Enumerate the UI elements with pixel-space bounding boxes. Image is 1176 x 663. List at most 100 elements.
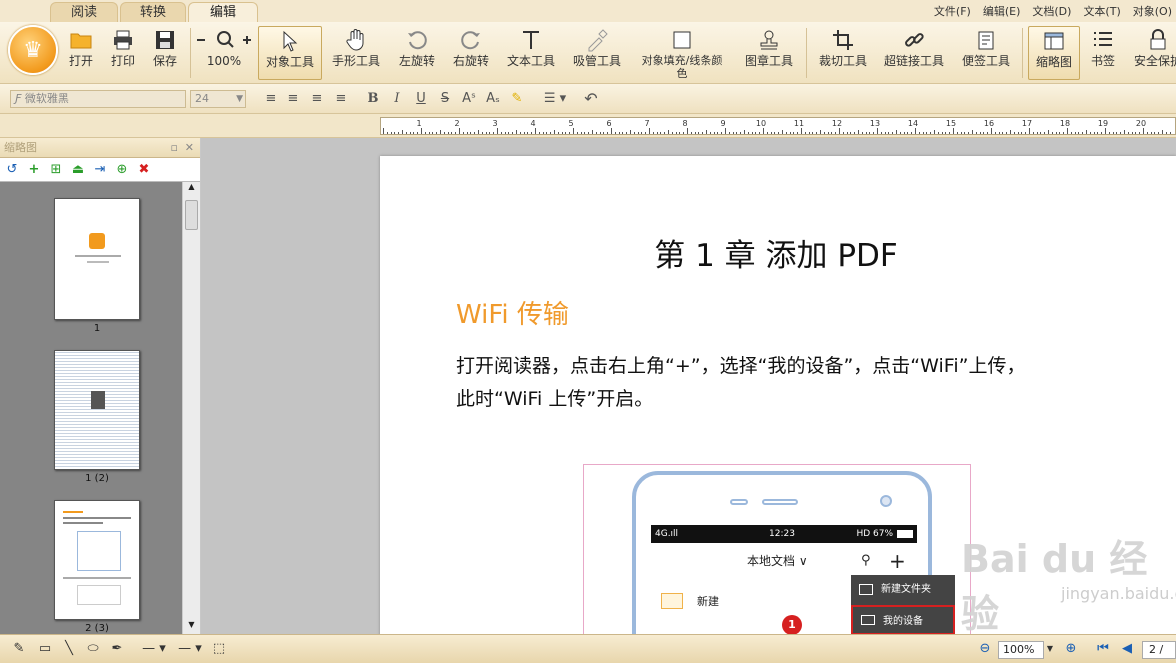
ruler-tick <box>641 132 643 134</box>
first-page-icon[interactable]: ⏮ <box>1094 641 1112 657</box>
ruler-tick <box>1055 132 1057 134</box>
thumbnail-page[interactable] <box>54 350 140 470</box>
rotate-left-button[interactable]: 左旋转 <box>392 26 442 80</box>
rectangle-icon[interactable]: ▭ <box>36 641 54 657</box>
ribbon-separator <box>806 28 807 78</box>
pin-icon[interactable]: ▫ <box>171 138 178 158</box>
thumbnail-toolbar: ↺ + ⊞ ⏏ ⇥ ⊕ ✖ <box>0 158 200 182</box>
ruler-tick <box>565 132 567 134</box>
replace-page-icon[interactable]: ⊕ <box>114 162 130 178</box>
ruler-tick <box>440 130 441 134</box>
zoom-out-icon[interactable]: ⊖ <box>976 641 994 657</box>
line-spacing-icon[interactable]: ☰ ▾ <box>540 90 570 108</box>
page-number-field[interactable]: 2 / <box>1142 641 1176 659</box>
ruler-tick <box>877 128 878 134</box>
ruler-tick <box>1146 132 1148 134</box>
bold-icon[interactable]: B <box>364 90 382 108</box>
highlight-pen-icon[interactable]: ✎ <box>508 90 526 108</box>
insert-page-icon[interactable]: + <box>26 162 42 178</box>
scroll-down-icon[interactable]: ▼ <box>183 620 200 634</box>
rotate-page-icon[interactable]: ↺ <box>4 162 20 178</box>
ruler-tick <box>561 132 563 134</box>
app-logo-icon[interactable]: ♛ <box>8 25 58 75</box>
superscript-icon[interactable]: Aˢ <box>460 90 478 108</box>
align-justify-icon[interactable]: ≡ <box>332 90 350 108</box>
phone-screenshot-figure: 4G.ıll 12:23 HD 67% 本地文档 ∨ ⚲ + 新建 新建文件夹 … <box>583 464 971 634</box>
scroll-up-icon[interactable]: ▲ <box>183 182 200 196</box>
bookmark-button[interactable]: 书签 <box>1084 26 1122 80</box>
ruler-tick <box>1059 132 1061 134</box>
ruler-tick <box>595 132 597 134</box>
object-tool-button[interactable]: 对象工具 <box>258 26 322 80</box>
document-viewport[interactable]: 第 1 章 添加 PDF WiFi 传输 打开阅读器，点击右上角“+”，选择“我… <box>201 138 1176 634</box>
menu-file[interactable]: 文件(F) <box>934 3 971 19</box>
align-left-icon[interactable]: ≡ <box>262 90 280 108</box>
thumbnail-view-button[interactable]: 缩略图 <box>1028 26 1080 80</box>
menu-text[interactable]: 文本(T) <box>1083 3 1120 19</box>
note-tool-button[interactable]: 便签工具 <box>956 26 1016 80</box>
italic-icon[interactable]: I <box>388 90 406 108</box>
ruler-tick <box>991 128 992 134</box>
menu-object[interactable]: 对象(O) <box>1133 3 1172 19</box>
menu-edit[interactable]: 编辑(E) <box>983 3 1021 19</box>
ruler-tick <box>508 132 510 134</box>
zoom-in-icon[interactable]: ⊕ <box>1062 641 1080 657</box>
hand-tool-button[interactable]: 手形工具 <box>326 26 386 80</box>
rotate-right-button[interactable]: 右旋转 <box>446 26 496 80</box>
select-region-icon[interactable]: ⬚ <box>210 641 228 657</box>
menu-document[interactable]: 文档(D) <box>1032 3 1071 19</box>
thumbnail-label: 缩略图 <box>1035 55 1072 69</box>
close-icon[interactable]: ✕ <box>185 138 194 158</box>
ellipse-icon[interactable]: ⬭ <box>84 641 102 657</box>
ruler-tick <box>497 128 498 134</box>
undo-arrow-icon[interactable]: ↶ <box>582 90 600 108</box>
text-tool-button[interactable]: 文本工具 <box>502 26 560 80</box>
font-family-select[interactable]: Ƒ 微软雅黑 <box>10 90 186 108</box>
ruler-tick <box>820 130 821 134</box>
security-button[interactable]: 安全保护 <box>1128 26 1176 80</box>
tab-convert[interactable]: 转换 <box>120 2 186 22</box>
baidu-watermark-url: jingyan.baidu.com <box>1061 584 1176 603</box>
ruler-tick <box>614 132 616 134</box>
pencil-icon[interactable]: ✎ <box>10 641 28 657</box>
fill-tool-label-line1: 对象填充/线条颜 <box>641 54 723 67</box>
tab-read[interactable]: 阅读 <box>50 2 118 22</box>
zoom-level-field[interactable]: 100% <box>998 641 1044 659</box>
page-number-value: 2 / <box>1149 643 1164 656</box>
ruler-tick <box>793 132 795 134</box>
chevron-down-icon[interactable]: ▼ <box>1044 641 1056 657</box>
line-icon[interactable]: ╲ <box>60 641 78 657</box>
thumbnail-scrollbar[interactable]: ▲ ▼ <box>182 182 200 634</box>
scrollbar-thumb[interactable] <box>185 200 198 230</box>
delete-page-icon[interactable]: ✖ <box>136 162 152 178</box>
align-right-icon[interactable]: ≡ <box>308 90 326 108</box>
align-center-icon[interactable]: ≡ <box>284 90 302 108</box>
thumbnail-page[interactable] <box>54 500 140 620</box>
eyedropper-tool-button[interactable]: 吸管工具 <box>568 26 626 80</box>
zoom-control[interactable]: 100% <box>194 26 254 80</box>
bottom-toolbar: ✎ ▭ ╲ ⬭ ✒ — ▾ — ▾ ⬚ ⊖ 100% ▼ ⊕ ⏮ ◀ 2 / <box>0 634 1176 663</box>
print-button[interactable]: 打印 <box>106 26 140 80</box>
fill-color-tool-button[interactable]: 对象填充/线条颜 色 <box>634 26 730 80</box>
popup-item-label: 新建文件夹 <box>881 584 931 595</box>
save-button[interactable]: 保存 <box>148 26 182 80</box>
thumbnail-page[interactable] <box>54 198 140 320</box>
tab-edit[interactable]: 编辑 <box>188 2 258 22</box>
hyperlink-tool-button[interactable]: 超链接工具 <box>880 26 948 80</box>
pen-nib-icon[interactable]: ✒ <box>108 641 126 657</box>
ruler-number: 7 <box>644 119 650 128</box>
line-weight-icon[interactable]: — ▾ <box>138 641 170 657</box>
export-page-icon[interactable]: ⇥ <box>92 162 108 178</box>
insert-blank-page-icon[interactable]: ⊞ <box>48 162 64 178</box>
ruler-tick <box>1131 132 1133 134</box>
line-style-icon[interactable]: — ▾ <box>174 641 206 657</box>
stamp-tool-button[interactable]: 图章工具 <box>740 26 798 80</box>
extract-page-icon[interactable]: ⏏ <box>70 162 86 178</box>
underline-icon[interactable]: U <box>412 90 430 108</box>
strikethrough-icon[interactable]: S <box>436 90 454 108</box>
previous-page-icon[interactable]: ◀ <box>1118 641 1136 657</box>
crop-tool-button[interactable]: 裁切工具 <box>814 26 872 80</box>
subscript-icon[interactable]: Aₛ <box>484 90 502 108</box>
open-button[interactable]: 打开 <box>64 26 98 80</box>
font-size-select[interactable]: 24 ▼ <box>190 90 246 108</box>
